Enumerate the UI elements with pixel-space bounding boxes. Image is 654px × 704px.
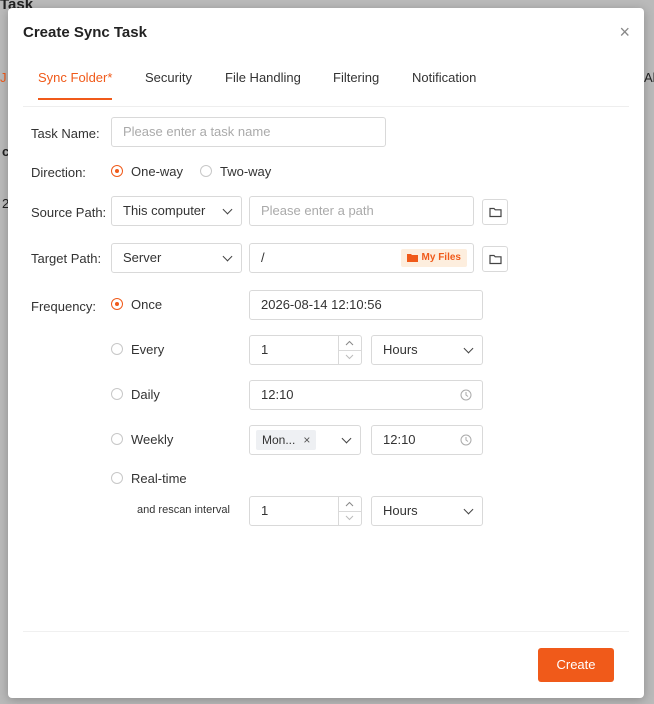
source-browse-button[interactable] (482, 199, 508, 225)
target-location-select[interactable]: Server (111, 243, 242, 273)
radio-label: One-way (131, 164, 184, 179)
daily-time-input[interactable]: 12:10 (249, 380, 483, 410)
every-interval-value: 1 (261, 342, 269, 357)
tab-security[interactable]: Security (145, 70, 192, 85)
increment-button[interactable] (339, 336, 361, 351)
weekly-time-input[interactable]: 12:10 (371, 425, 483, 455)
footer-divider (23, 631, 629, 632)
day-tag-label: Mon... (262, 433, 296, 447)
daily-time-value: 12:10 (261, 387, 294, 402)
target-path-input[interactable]: / My Files (249, 243, 474, 273)
frequency-daily-radio[interactable]: Daily (111, 388, 160, 402)
selected-value: Hours (383, 503, 418, 518)
caret-down-icon (345, 515, 354, 521)
rescan-unit-select[interactable]: Hours (371, 496, 483, 526)
radio-dot (111, 472, 123, 484)
folder-icon (489, 254, 502, 265)
radio-dot (111, 388, 123, 400)
task-name-label: Task Name: (31, 126, 100, 141)
dialog-tabs: Sync Folder* Security File Handling Filt… (23, 70, 629, 107)
tab-label: Sync Folder (38, 70, 108, 85)
every-unit-select[interactable]: Hours (371, 335, 483, 365)
folder-filled-icon (406, 254, 418, 262)
my-files-badge[interactable]: My Files (400, 249, 467, 267)
decrement-button[interactable] (339, 350, 361, 364)
rescan-interval-value: 1 (261, 503, 269, 518)
tab-file-handling[interactable]: File Handling (225, 70, 301, 85)
close-icon[interactable]: × (619, 23, 630, 41)
every-stepper (338, 336, 361, 364)
chevron-down-icon (463, 504, 474, 515)
caret-up-icon (345, 340, 354, 346)
direction-one-way-radio[interactable]: One-way (111, 165, 183, 179)
task-name-input[interactable]: Please enter a task name (111, 117, 386, 147)
radio-dot (200, 165, 212, 177)
create-button[interactable]: Create (538, 648, 614, 682)
tag-close-icon[interactable]: × (303, 433, 310, 447)
clock-icon (460, 389, 472, 401)
rescan-stepper (338, 497, 361, 525)
tab-sync-folder[interactable]: Sync Folder* (38, 70, 113, 100)
target-path-label: Target Path: (31, 251, 102, 266)
background-tab-fragment: J (0, 70, 7, 85)
source-location-select[interactable]: This computer (111, 196, 242, 226)
my-files-label: My Files (421, 252, 461, 263)
frequency-weekly-radio[interactable]: Weekly (111, 433, 173, 447)
folder-icon (489, 207, 502, 218)
radio-label: Real-time (131, 471, 187, 486)
tab-filtering[interactable]: Filtering (333, 70, 379, 85)
direction-label: Direction: (31, 165, 86, 180)
radio-label: Weekly (131, 432, 174, 447)
frequency-every-radio[interactable]: Every (111, 343, 164, 357)
selected-value: Hours (383, 342, 418, 357)
chevron-down-icon (222, 251, 233, 262)
caret-down-icon (345, 354, 354, 360)
chevron-down-icon (222, 204, 233, 215)
required-mark: * (107, 70, 113, 85)
source-path-placeholder: Please enter a path (261, 203, 374, 218)
weekly-time-value: 12:10 (383, 432, 416, 447)
rescan-interval-label: and rescan interval (137, 504, 230, 516)
background-right-fragment: All (644, 70, 654, 85)
radio-label: Every (131, 342, 165, 357)
day-tag: Mon... × (256, 430, 317, 450)
frequency-label: Frequency: (31, 299, 97, 314)
decrement-button[interactable] (339, 511, 361, 525)
increment-button[interactable] (339, 497, 361, 512)
every-interval-input[interactable]: 1 (249, 335, 362, 365)
source-path-label: Source Path: (31, 205, 107, 220)
weekly-day-select[interactable]: Mon... × (249, 425, 361, 455)
chevron-down-icon (463, 343, 474, 354)
radio-label: Once (131, 297, 163, 312)
radio-dot (111, 343, 123, 355)
frequency-realtime-radio[interactable]: Real-time (111, 472, 187, 486)
clock-icon (460, 434, 472, 446)
target-browse-button[interactable] (482, 246, 508, 272)
radio-dot (111, 433, 123, 445)
radio-dot (111, 165, 123, 177)
caret-up-icon (345, 501, 354, 507)
tab-notification[interactable]: Notification (412, 70, 476, 85)
selected-value: This computer (123, 203, 206, 218)
radio-dot (111, 298, 123, 310)
create-sync-task-dialog: Create Sync Task × Sync Folder* Security… (8, 8, 644, 698)
once-datetime-value: 2026-08-14 12:10:56 (261, 297, 382, 312)
frequency-once-radio[interactable]: Once (111, 298, 162, 312)
selected-value: Server (123, 250, 162, 265)
once-datetime-input[interactable]: 2026-08-14 12:10:56 (249, 290, 483, 320)
rescan-interval-input[interactable]: 1 (249, 496, 362, 526)
chevron-down-icon (341, 433, 352, 444)
dialog-title: Create Sync Task (23, 24, 147, 41)
radio-label: Two-way (220, 164, 272, 179)
target-path-value: / (261, 250, 265, 265)
radio-label: Daily (131, 387, 160, 402)
direction-two-way-radio[interactable]: Two-way (200, 165, 271, 179)
task-name-placeholder: Please enter a task name (123, 124, 271, 139)
source-path-input[interactable]: Please enter a path (249, 196, 474, 226)
